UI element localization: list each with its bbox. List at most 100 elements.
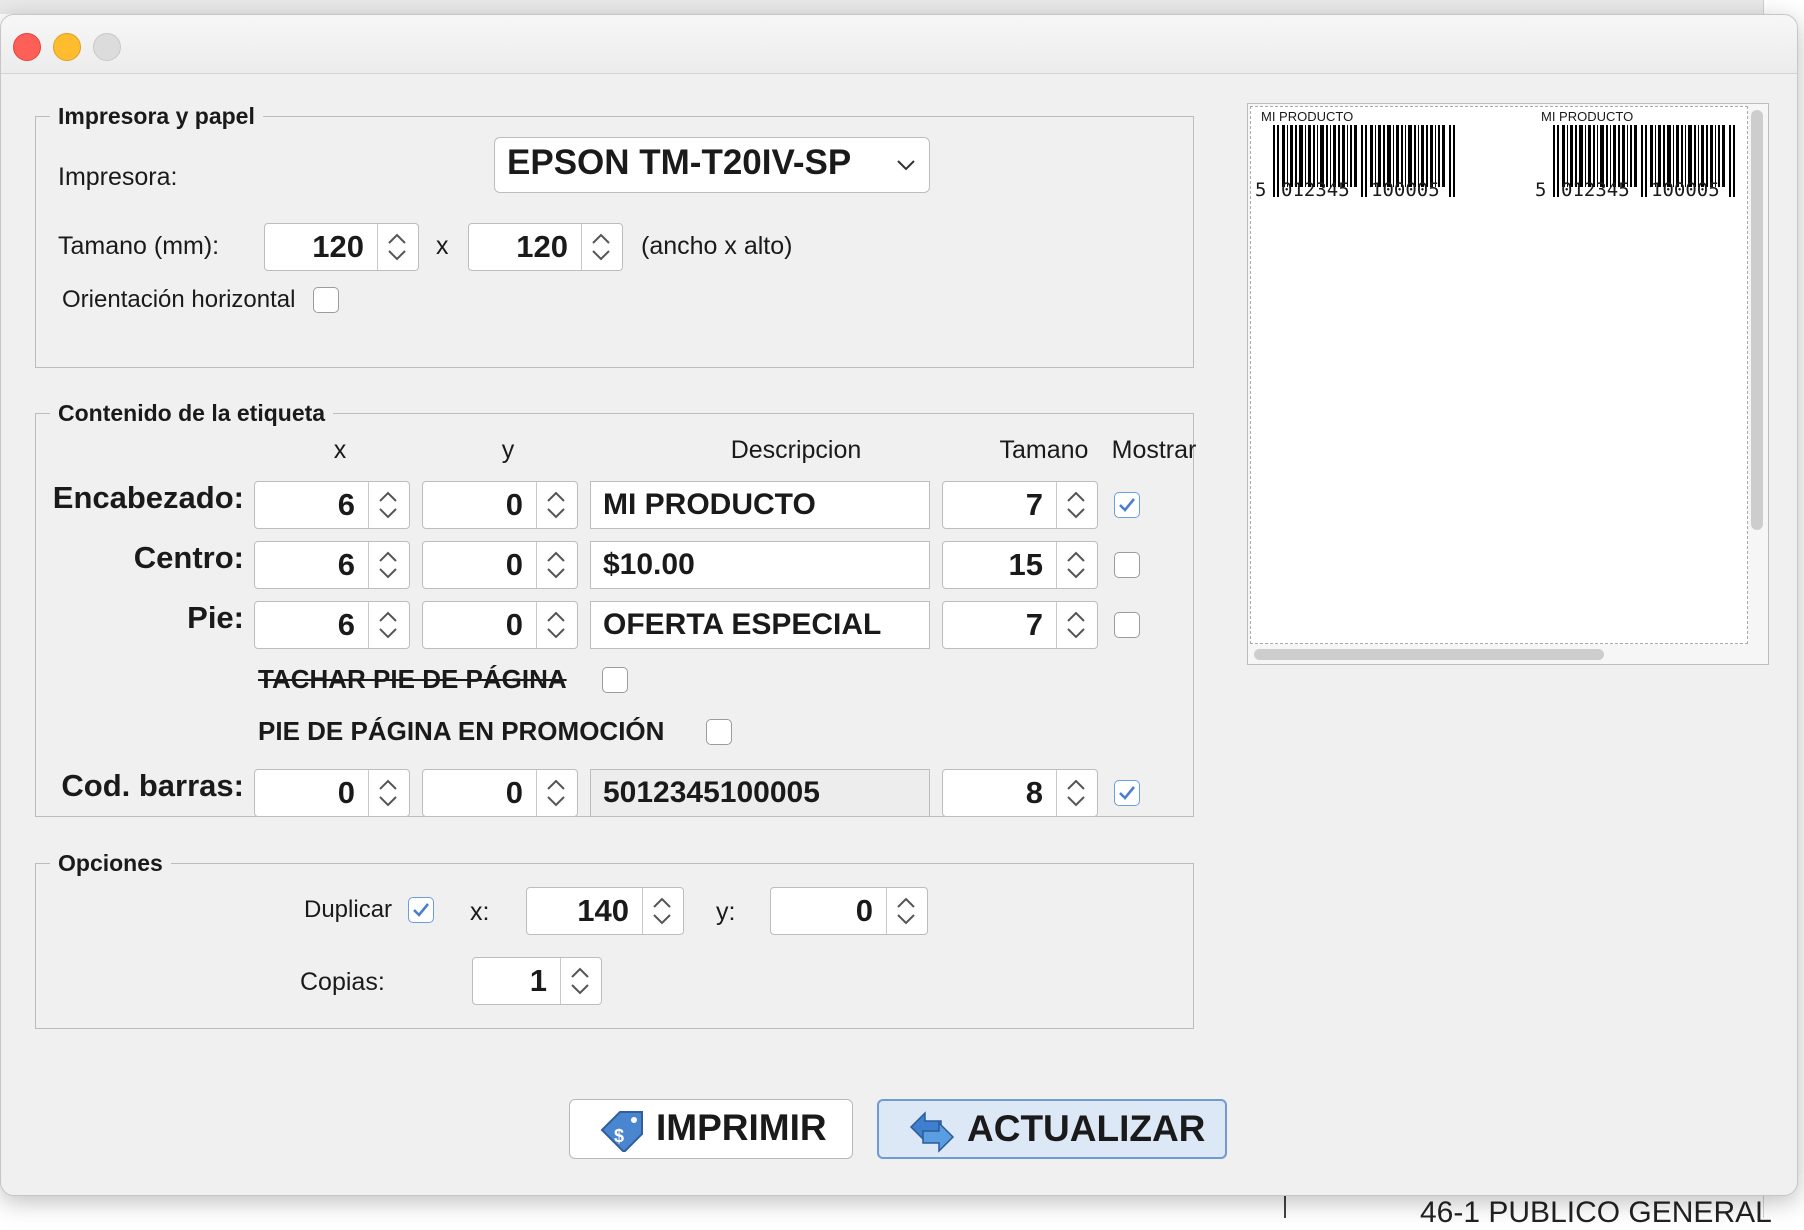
zoom-button[interactable] bbox=[93, 33, 121, 61]
promo-footer-label: PIE DE PÁGINA EN PROMOCIÓN bbox=[258, 716, 665, 746]
footer-y-spinner[interactable]: 0 bbox=[422, 601, 578, 649]
printer-paper-group: Impresora y papel Impresora: EPSON TM-T2… bbox=[35, 103, 1194, 368]
duplicate-x-label: x: bbox=[470, 898, 490, 926]
footer-size-spinner[interactable]: 7 bbox=[942, 601, 1098, 649]
barcode-y-spinner[interactable]: 0 bbox=[422, 769, 578, 817]
preview-barcode-1-mid-digits: 012345 bbox=[1281, 179, 1350, 201]
width-stepper-arrows[interactable] bbox=[377, 224, 418, 270]
barcode-size-stepper-arrows[interactable] bbox=[1056, 770, 1097, 816]
footer-y-stepper-arrows[interactable] bbox=[536, 602, 577, 648]
footer-y-value: 0 bbox=[505, 607, 523, 642]
checkmark-icon bbox=[413, 903, 430, 917]
print-button[interactable]: $ IMPRIMIR bbox=[569, 1099, 853, 1159]
footer-show-checkbox[interactable] bbox=[1114, 612, 1140, 638]
duplicate-checkbox[interactable] bbox=[408, 897, 434, 923]
label-preview-panel[interactable]: MI PRODUCTO 5 012345 100005 MI PRODUCTO … bbox=[1247, 103, 1769, 665]
center-show-checkbox[interactable] bbox=[1114, 552, 1140, 578]
header-x-stepper-arrows[interactable] bbox=[368, 482, 409, 528]
stepper-arrows-icon bbox=[547, 611, 565, 639]
duplicate-x-spinner[interactable]: 140 bbox=[526, 887, 684, 935]
center-size-value: 15 bbox=[1008, 547, 1043, 582]
header-size-stepper-arrows[interactable] bbox=[1056, 482, 1097, 528]
footer-x-spinner[interactable]: 6 bbox=[254, 601, 410, 649]
width-spinner[interactable]: 120 bbox=[264, 223, 419, 271]
orientation-label: Orientación horizontal bbox=[62, 286, 296, 313]
header-description-input[interactable]: MI PRODUCTO bbox=[590, 481, 930, 529]
barcode-y-value: 0 bbox=[505, 775, 523, 810]
stepper-arrows-icon bbox=[1067, 779, 1085, 807]
refresh-button[interactable]: ACTUALIZAR bbox=[877, 1099, 1227, 1159]
label-content-title: Contenido de la etiqueta bbox=[50, 400, 334, 427]
footer-size-value: 7 bbox=[1025, 607, 1043, 642]
checkmark-icon bbox=[1119, 498, 1136, 512]
printer-paper-title: Impresora y papel bbox=[50, 103, 263, 130]
barcode-x-spinner[interactable]: 0 bbox=[254, 769, 410, 817]
strike-footer-checkbox[interactable] bbox=[602, 667, 628, 693]
footer-row-label: Pie: bbox=[187, 600, 244, 635]
close-button[interactable] bbox=[13, 33, 41, 61]
center-x-spinner[interactable]: 6 bbox=[254, 541, 410, 589]
size-hint: (ancho x alto) bbox=[641, 232, 793, 260]
stepper-arrows-icon bbox=[653, 897, 671, 925]
price-tag-icon: $ bbox=[600, 1111, 643, 1152]
stepper-arrows-icon bbox=[1067, 491, 1085, 519]
stepper-arrows-icon bbox=[547, 551, 565, 579]
center-size-spinner[interactable]: 15 bbox=[942, 541, 1098, 589]
strike-footer-label: TACHAR PIE DE PÁGINA bbox=[258, 664, 567, 694]
duplicate-y-value: 0 bbox=[855, 893, 873, 928]
duplicate-y-stepper-arrows[interactable] bbox=[886, 888, 927, 934]
header-y-value: 0 bbox=[505, 487, 523, 522]
header-show-checkbox[interactable] bbox=[1114, 492, 1140, 518]
printer-select[interactable]: EPSON TM-T20IV-SP bbox=[494, 137, 930, 193]
print-button-label: IMPRIMIR bbox=[656, 1107, 827, 1148]
promo-footer-checkbox[interactable] bbox=[706, 719, 732, 745]
center-y-spinner[interactable]: 0 bbox=[422, 541, 578, 589]
barcode-y-stepper-arrows[interactable] bbox=[536, 770, 577, 816]
height-spinner[interactable]: 120 bbox=[468, 223, 623, 271]
preview-vertical-scrollbar[interactable] bbox=[1751, 110, 1763, 530]
duplicate-y-spinner[interactable]: 0 bbox=[770, 887, 928, 935]
minimize-button[interactable] bbox=[53, 33, 81, 61]
height-stepper-arrows[interactable] bbox=[581, 224, 622, 270]
center-size-stepper-arrows[interactable] bbox=[1056, 542, 1097, 588]
preview-label-1-title: MI PRODUCTO bbox=[1261, 109, 1354, 124]
checkmark-icon bbox=[1119, 786, 1136, 800]
center-y-stepper-arrows[interactable] bbox=[536, 542, 577, 588]
header-size-spinner[interactable]: 7 bbox=[942, 481, 1098, 529]
label-content-group: Contenido de la etiqueta x y Descripcion… bbox=[35, 400, 1196, 817]
header-x-value: 6 bbox=[337, 487, 355, 522]
duplicate-x-value: 140 bbox=[577, 893, 629, 928]
column-header-show: Mostrar bbox=[1111, 436, 1197, 464]
copies-stepper-arrows[interactable] bbox=[560, 958, 601, 1004]
refresh-button-label: ACTUALIZAR bbox=[967, 1108, 1206, 1149]
stepper-arrows-icon bbox=[379, 779, 397, 807]
header-x-spinner[interactable]: 6 bbox=[254, 481, 410, 529]
footer-size-stepper-arrows[interactable] bbox=[1056, 602, 1097, 648]
center-row-label: Centro: bbox=[133, 540, 244, 575]
footer-x-stepper-arrows[interactable] bbox=[368, 602, 409, 648]
footer-description-input[interactable]: OFERTA ESPECIAL bbox=[590, 601, 930, 649]
barcode-x-value: 0 bbox=[337, 775, 355, 810]
preview-horizontal-scrollbar[interactable] bbox=[1254, 649, 1604, 660]
header-y-stepper-arrows[interactable] bbox=[536, 482, 577, 528]
barcode-size-spinner[interactable]: 8 bbox=[942, 769, 1098, 817]
barcode-show-checkbox[interactable] bbox=[1114, 780, 1140, 806]
size-label: Tamano (mm): bbox=[58, 232, 220, 260]
barcode-x-stepper-arrows[interactable] bbox=[368, 770, 409, 816]
stepper-arrows-icon bbox=[1067, 611, 1085, 639]
printer-label: Impresora: bbox=[58, 163, 178, 191]
center-y-value: 0 bbox=[505, 547, 523, 582]
stepper-arrows-icon bbox=[592, 233, 610, 261]
barcode-value-field: 5012345100005 bbox=[590, 769, 930, 817]
stepper-arrows-icon bbox=[1067, 551, 1085, 579]
stepper-arrows-icon bbox=[388, 233, 406, 261]
center-x-stepper-arrows[interactable] bbox=[368, 542, 409, 588]
center-description-input[interactable]: $10.00 bbox=[590, 541, 930, 589]
svg-text:$: $ bbox=[614, 1126, 624, 1146]
copies-spinner[interactable]: 1 bbox=[472, 957, 602, 1005]
stepper-arrows-icon bbox=[547, 779, 565, 807]
duplicate-x-stepper-arrows[interactable] bbox=[642, 888, 683, 934]
barcode-size-value: 8 bbox=[1025, 775, 1043, 810]
orientation-checkbox[interactable] bbox=[313, 287, 339, 313]
header-y-spinner[interactable]: 0 bbox=[422, 481, 578, 529]
